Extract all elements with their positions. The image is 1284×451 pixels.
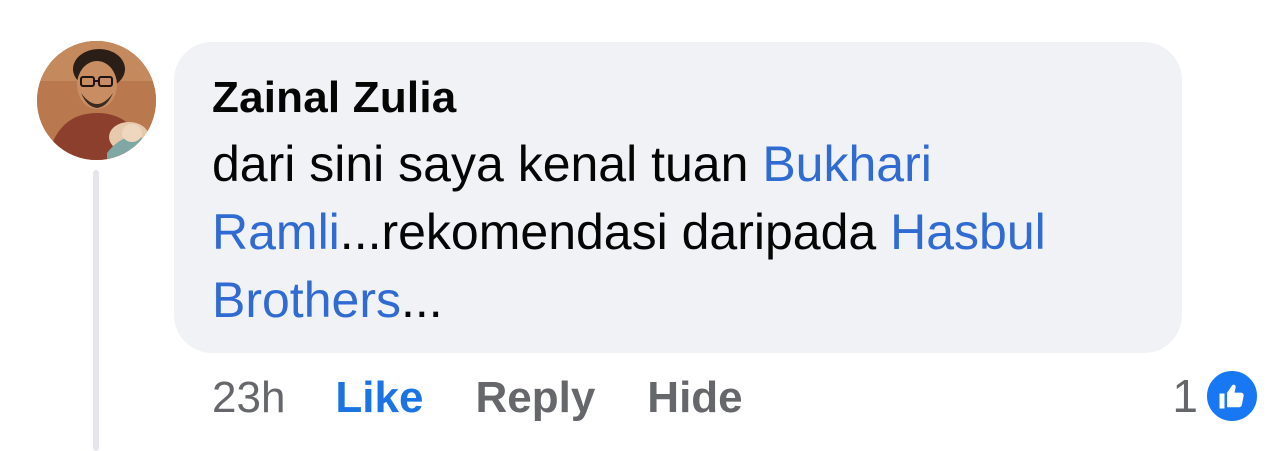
comment-text-part: ... (400, 272, 443, 328)
comment-text-part: ...rekomendasi daripada (339, 204, 891, 260)
comment-text: dari sini saya kenal tuan Bukhari Ramli.… (212, 130, 1172, 334)
comment-bubble: Zainal Zulia dari sini saya kenal tuan B… (174, 42, 1182, 353)
comment-container: Zainal Zulia dari sini saya kenal tuan B… (0, 0, 1284, 451)
thumbs-up-glyph (1219, 384, 1244, 409)
comment-timestamp[interactable]: 23h (212, 372, 285, 424)
avatar[interactable] (37, 41, 156, 160)
reply-thread-line (93, 170, 99, 451)
avatar-photo (37, 41, 156, 160)
comment-author[interactable]: Zainal Zulia (212, 72, 1152, 124)
reaction-summary[interactable]: 1 (1172, 366, 1260, 426)
comment-text-part: dari sini saya kenal tuan (212, 136, 763, 192)
hide-button[interactable]: Hide (647, 372, 742, 424)
thumbs-up-icon (1204, 368, 1260, 424)
like-button[interactable]: Like (335, 372, 423, 424)
reply-button[interactable]: Reply (475, 372, 595, 424)
comment-actions: 23h Like Reply Hide (212, 372, 795, 424)
reaction-count: 1 (1172, 370, 1198, 422)
